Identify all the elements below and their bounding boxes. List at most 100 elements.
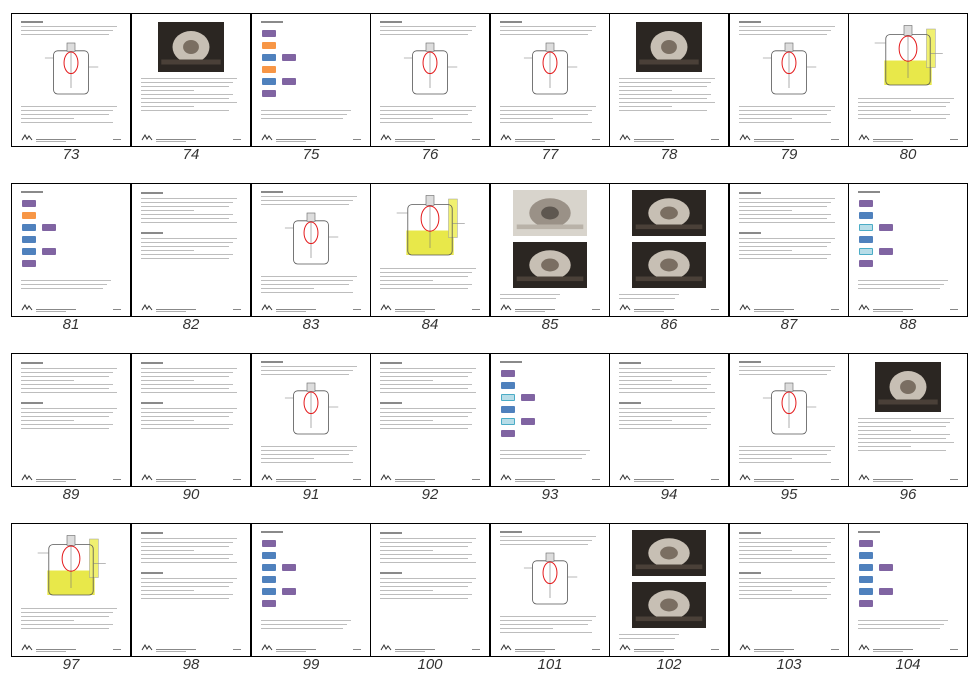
page-thumbnail-image[interactable] [370,523,490,657]
page-thumbnail-image[interactable] [251,523,371,657]
text-line [739,538,835,539]
page-thumbnail-image[interactable] [729,523,849,657]
text-line [739,554,831,555]
page-thumbnail[interactable]: 91 [251,353,371,521]
page-thumbnail[interactable]: 103 [729,523,849,691]
page-thumbnail[interactable]: 82 [131,183,251,351]
page-thumbnail-image[interactable] [370,13,490,147]
page-thumbnail-image[interactable] [848,353,968,487]
page-thumbnail[interactable]: 78 [609,13,729,181]
text-line [141,222,237,223]
text-line [739,458,792,459]
page-thumbnail-image[interactable] [848,13,968,147]
page-thumbnail-image[interactable] [251,183,371,317]
page-thumbnail-image[interactable] [370,183,490,317]
page-thumbnail-image[interactable] [729,353,849,487]
page-thumbnail-image[interactable] [251,13,371,147]
page-thumbnail[interactable]: 94 [609,353,729,521]
section-heading [739,532,761,534]
page-thumbnail[interactable]: 100 [370,523,490,691]
page-thumbnail-image[interactable] [251,353,371,487]
page-thumbnail-image[interactable] [609,183,729,317]
page-thumbnail-image[interactable] [729,13,849,147]
page-thumbnail-image[interactable] [131,13,251,147]
page-thumbnail-image[interactable] [131,183,251,317]
text-line [500,616,596,617]
page-thumbnail[interactable]: 90 [131,353,251,521]
page-thumbnail[interactable]: 101 [490,523,610,691]
page-thumbnail[interactable]: 95 [729,353,849,521]
page-thumbnail[interactable]: 92 [370,353,490,521]
section-heading [21,362,43,364]
text-line [380,110,472,111]
page-number-label: 103 [776,656,802,673]
page-thumbnail[interactable]: 83 [251,183,371,351]
page-thumbnail-image[interactable] [729,183,849,317]
page-thumbnail[interactable]: 84 [370,183,490,351]
flowchart-step-box [859,260,873,267]
page-thumbnail-image[interactable] [370,353,490,487]
page-number-label: 86 [660,316,678,333]
text-line [261,284,349,285]
footer-page-number [472,479,480,480]
page-thumbnail[interactable]: 85 [490,183,610,351]
text-line [380,412,472,413]
page-thumbnail[interactable]: 98 [131,523,251,691]
page-thumbnail[interactable]: 81 [11,183,131,351]
page-thumbnail[interactable]: 77 [490,13,610,181]
page-thumbnail[interactable]: 97 [11,523,131,691]
reactor-vessel-diagram [396,195,465,256]
text-line [141,424,233,425]
section-heading [619,362,641,364]
page-thumbnail[interactable]: 104 [848,523,968,691]
page-thumbnail-image[interactable] [11,13,131,147]
page-thumbnail-image[interactable] [848,183,968,317]
text-line [739,110,831,111]
page-thumbnail-image[interactable] [609,13,729,147]
page-thumbnail-image[interactable] [490,183,610,317]
page-thumbnail-image[interactable] [11,183,131,317]
page-thumbnail-image[interactable] [609,523,729,657]
page-thumbnail-image[interactable] [131,523,251,657]
page-thumbnail[interactable]: 76 [370,13,490,181]
text-line [141,78,237,79]
text-line [500,450,590,451]
page-thumbnail[interactable]: 74 [131,13,251,181]
page-thumbnail[interactable]: 75 [251,13,371,181]
page-thumbnail[interactable]: 86 [609,183,729,351]
page-thumbnail[interactable]: 93 [490,353,610,521]
footer-logo-icon [141,134,153,141]
page-thumbnail[interactable]: 96 [848,353,968,521]
page-thumbnail[interactable]: 73 [11,13,131,181]
page-thumbnail[interactable]: 80 [848,13,968,181]
page-thumbnail[interactable]: 89 [11,353,131,521]
footer-text [754,479,794,480]
page-thumbnail-image[interactable] [131,353,251,487]
page-number-label: 73 [62,146,80,163]
page-thumbnail[interactable]: 88 [848,183,968,351]
page-thumbnail[interactable]: 87 [729,183,849,351]
text-line [739,578,835,579]
text-line [380,388,468,389]
page-thumbnail-image[interactable] [609,353,729,487]
page-thumbnail-image[interactable] [848,523,968,657]
footer-text [515,139,555,140]
text-line [141,590,194,591]
page-number-label: 101 [537,656,563,673]
page-thumbnail-image[interactable] [490,13,610,147]
page-thumbnail-image[interactable] [490,353,610,487]
page-thumbnail-image[interactable] [11,523,131,657]
flowchart-step-box [859,552,873,559]
text-line [739,446,835,447]
text-line [619,384,711,385]
page-thumbnail-image[interactable] [490,523,610,657]
page-thumbnail[interactable]: 79 [729,13,849,181]
text-line [261,200,353,201]
page-thumbnail-image[interactable] [11,353,131,487]
footer-text [276,309,316,310]
footer-page-number [831,479,839,480]
page-thumbnail[interactable]: 102 [609,523,729,691]
text-line [739,118,792,119]
page-thumbnail[interactable]: 99 [251,523,371,691]
section-heading [141,572,163,574]
